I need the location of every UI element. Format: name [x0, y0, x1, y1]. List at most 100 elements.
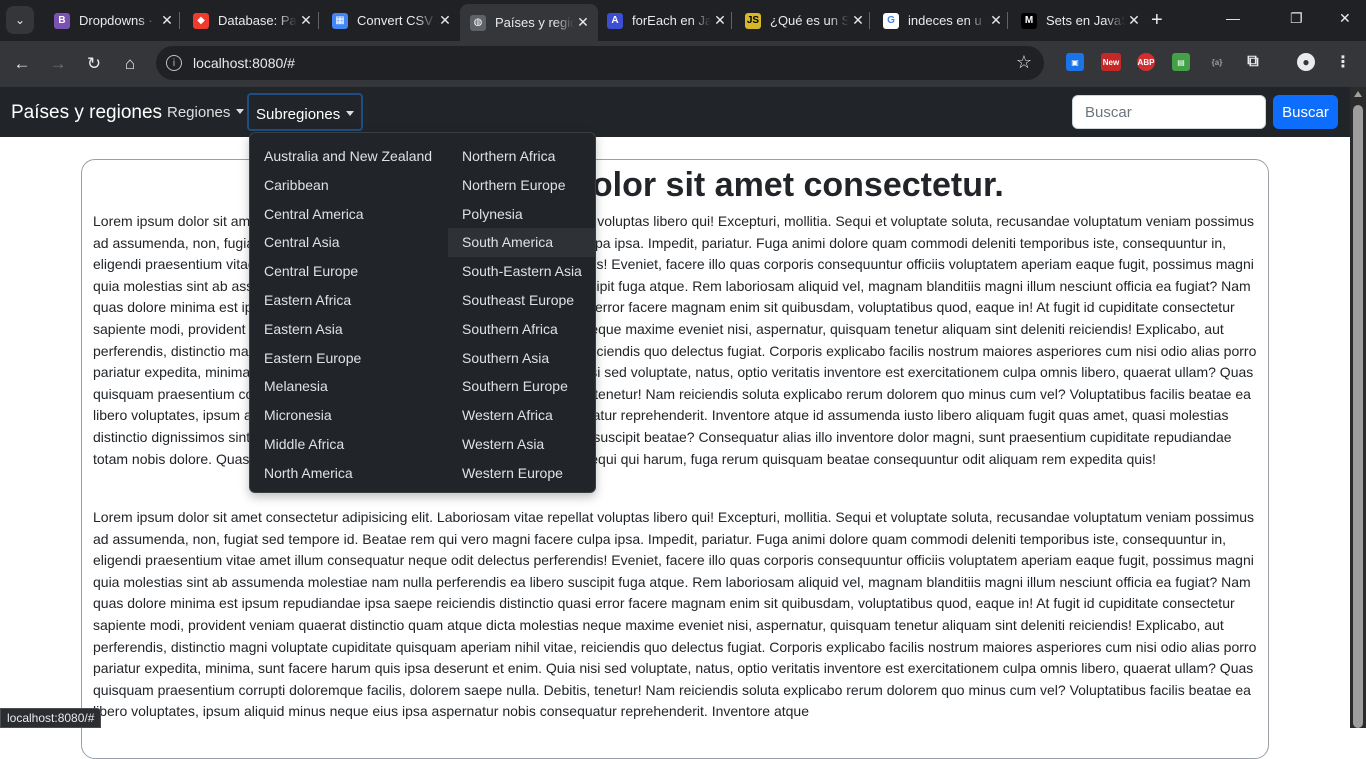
navbar-brand[interactable]: Países y regiones	[11, 102, 162, 124]
site-navbar: Países y regiones Regiones Subregiones B…	[0, 87, 1350, 137]
browser-tab[interactable]: M Sets en JavaS ✕	[1011, 6, 1149, 35]
medium-icon: M	[1021, 12, 1037, 29]
extension-icon-1[interactable]: ▣	[1066, 53, 1084, 71]
browser-tab[interactable]: JS ¿Qué es un S ✕	[735, 6, 873, 35]
laravel-icon: ◆	[193, 12, 209, 29]
bootstrap-icon: B	[54, 12, 70, 29]
home-button[interactable]: ⌂	[117, 51, 143, 77]
a-icon: A	[607, 12, 623, 29]
caret-down-icon	[236, 109, 245, 114]
browser-tab[interactable]: AforEach en Ja ✕	[597, 6, 735, 35]
dropdown-item-subregion[interactable]: Southern Europe	[448, 372, 595, 401]
subregiones-dropdown-toggle[interactable]: Subregiones	[247, 93, 364, 131]
close-tab-icon[interactable]: ✕	[711, 12, 729, 29]
extension-braces-icon[interactable]: {a}	[1208, 53, 1226, 71]
browser-tab[interactable]: ◍ Países y regio ✕	[460, 4, 598, 41]
tab-title: Convert CSV	[357, 13, 433, 28]
adblock-icon[interactable]: ABP	[1137, 53, 1155, 71]
arrow-right-icon: →	[49, 54, 67, 73]
browser-tab[interactable]: ▦ Convert CSV ✕	[322, 6, 460, 35]
close-tab-icon[interactable]: ✕	[436, 12, 454, 29]
dropdown-item-subregion[interactable]: Northern Europe	[448, 171, 595, 200]
browser-tab[interactable]: B Dropdowns · ✕	[44, 6, 182, 35]
tab-title: Dropdowns ·	[79, 13, 153, 28]
close-tab-icon[interactable]: ✕	[987, 12, 1005, 29]
tab-title: Database: Pa	[218, 13, 297, 28]
browser-toolbar: ← → ↻ ⌂ i localhost:8080/# ☆ ▣ New ABP ▤…	[0, 41, 1366, 87]
paragraph-2: Lorem ipsum dolor sit amet consectetur a…	[93, 509, 1257, 720]
site-info-icon[interactable]: i	[166, 55, 182, 71]
dropdown-item-subregion[interactable]: Central Europe	[250, 257, 432, 286]
close-tab-icon[interactable]: ✕	[158, 12, 176, 29]
restore-icon: ❐	[1290, 10, 1303, 26]
arrow-left-icon: ←	[13, 54, 31, 73]
dropdown-item-subregion[interactable]: Polynesia	[448, 200, 595, 229]
scroll-up-arrow-icon[interactable]	[1354, 91, 1362, 97]
dropdown-item-subregion[interactable]: Australia and New Zealand	[250, 142, 432, 171]
dropdown-item-subregion[interactable]: Middle Africa	[250, 430, 432, 459]
extension-green-icon[interactable]: ▤	[1172, 53, 1190, 71]
tab-separator	[179, 12, 180, 29]
close-tab-icon[interactable]: ✕	[297, 12, 315, 29]
tab-search-button[interactable]: ⌄	[6, 6, 34, 34]
url-text: localhost:8080/#	[193, 55, 295, 71]
google-icon: G	[883, 12, 899, 29]
forward-button[interactable]: →	[45, 51, 71, 77]
tab-separator	[1007, 12, 1008, 29]
dropdown-item-subregion[interactable]: South America	[448, 228, 595, 258]
close-tab-icon[interactable]: ✕	[1125, 12, 1143, 29]
dropdown-item-subregion[interactable]: Northern Africa	[448, 142, 595, 171]
dropdown-item-subregion[interactable]: Southeast Europe	[448, 286, 595, 315]
dropdown-item-subregion[interactable]: Western Europe	[448, 459, 595, 488]
tab-title: indeces en u	[908, 13, 982, 28]
dropdown-item-subregion[interactable]: Western Asia	[448, 430, 595, 459]
browser-tab[interactable]: Gindeces en u ✕	[873, 6, 1011, 35]
scrollbar-thumb[interactable]	[1353, 105, 1363, 728]
dropdown-item-subregion[interactable]: Micronesia	[250, 401, 432, 430]
back-button[interactable]: ←	[9, 51, 35, 77]
dropdown-item-subregion[interactable]: South-Eastern Asia	[448, 257, 595, 286]
dropdown-item-subregion[interactable]: North America	[250, 459, 432, 488]
dropdown-item-subregion[interactable]: Eastern Asia	[250, 315, 432, 344]
search-input[interactable]	[1072, 95, 1266, 129]
extension-new-icon[interactable]: New	[1101, 53, 1121, 71]
globe-icon: ◍	[470, 14, 486, 31]
browser-tab[interactable]: ◆ Database: Pa ✕	[183, 6, 321, 35]
dropdown-item-subregion[interactable]: Western Africa	[448, 401, 595, 430]
close-tab-icon[interactable]: ✕	[574, 14, 592, 31]
caret-down-icon	[346, 111, 355, 116]
dropdown-item-subregion[interactable]: Central America	[250, 200, 432, 229]
reload-icon: ↻	[86, 54, 102, 73]
restore-button[interactable]: ❐	[1290, 10, 1303, 27]
tab-separator	[318, 12, 319, 29]
search-button[interactable]: Buscar	[1273, 95, 1338, 129]
extensions-puzzle-icon[interactable]: ⧉	[1244, 53, 1262, 71]
subregiones-dropdown-menu: Australia and New Zealand Caribbean Centra…	[249, 132, 596, 493]
js-icon: JS	[745, 12, 761, 29]
plus-icon: +	[1151, 9, 1163, 31]
tab-separator	[869, 12, 870, 29]
dropdown-item-subregion[interactable]: Melanesia	[250, 372, 432, 401]
grid-icon: ▦	[332, 12, 348, 29]
minimize-icon: —	[1226, 10, 1240, 26]
bookmark-star-icon[interactable]: ☆	[1016, 52, 1032, 73]
regiones-dropdown-toggle[interactable]: Regiones	[167, 104, 245, 121]
extension-badge: New	[1102, 57, 1120, 67]
reload-button[interactable]: ↻	[81, 51, 107, 77]
dropdown-item-subregion[interactable]: Central Asia	[250, 228, 432, 257]
address-bar[interactable]: i localhost:8080/# ☆	[156, 46, 1044, 80]
dropdown-item-subregion[interactable]: Eastern Africa	[250, 286, 432, 315]
subregiones-label: Subregiones	[256, 106, 341, 123]
profile-avatar-icon[interactable]: ●	[1297, 53, 1315, 71]
link-status-bubble: localhost:8080/#	[0, 708, 102, 728]
dropdown-item-subregion[interactable]: Caribbean	[250, 171, 432, 200]
dropdown-item-subregion[interactable]: Southern Asia	[448, 344, 595, 373]
dropdown-item-subregion[interactable]: Eastern Europe	[250, 344, 432, 373]
close-window-button[interactable]: ✕	[1339, 10, 1351, 27]
page-scrollbar[interactable]	[1350, 87, 1366, 728]
dropdown-item-subregion[interactable]: Southern Africa	[448, 315, 595, 344]
kebab-menu-icon[interactable]: ⋮	[1334, 53, 1352, 71]
close-tab-icon[interactable]: ✕	[849, 12, 867, 29]
minimize-button[interactable]: —	[1226, 10, 1240, 26]
new-tab-button[interactable]: +	[1151, 10, 1163, 30]
